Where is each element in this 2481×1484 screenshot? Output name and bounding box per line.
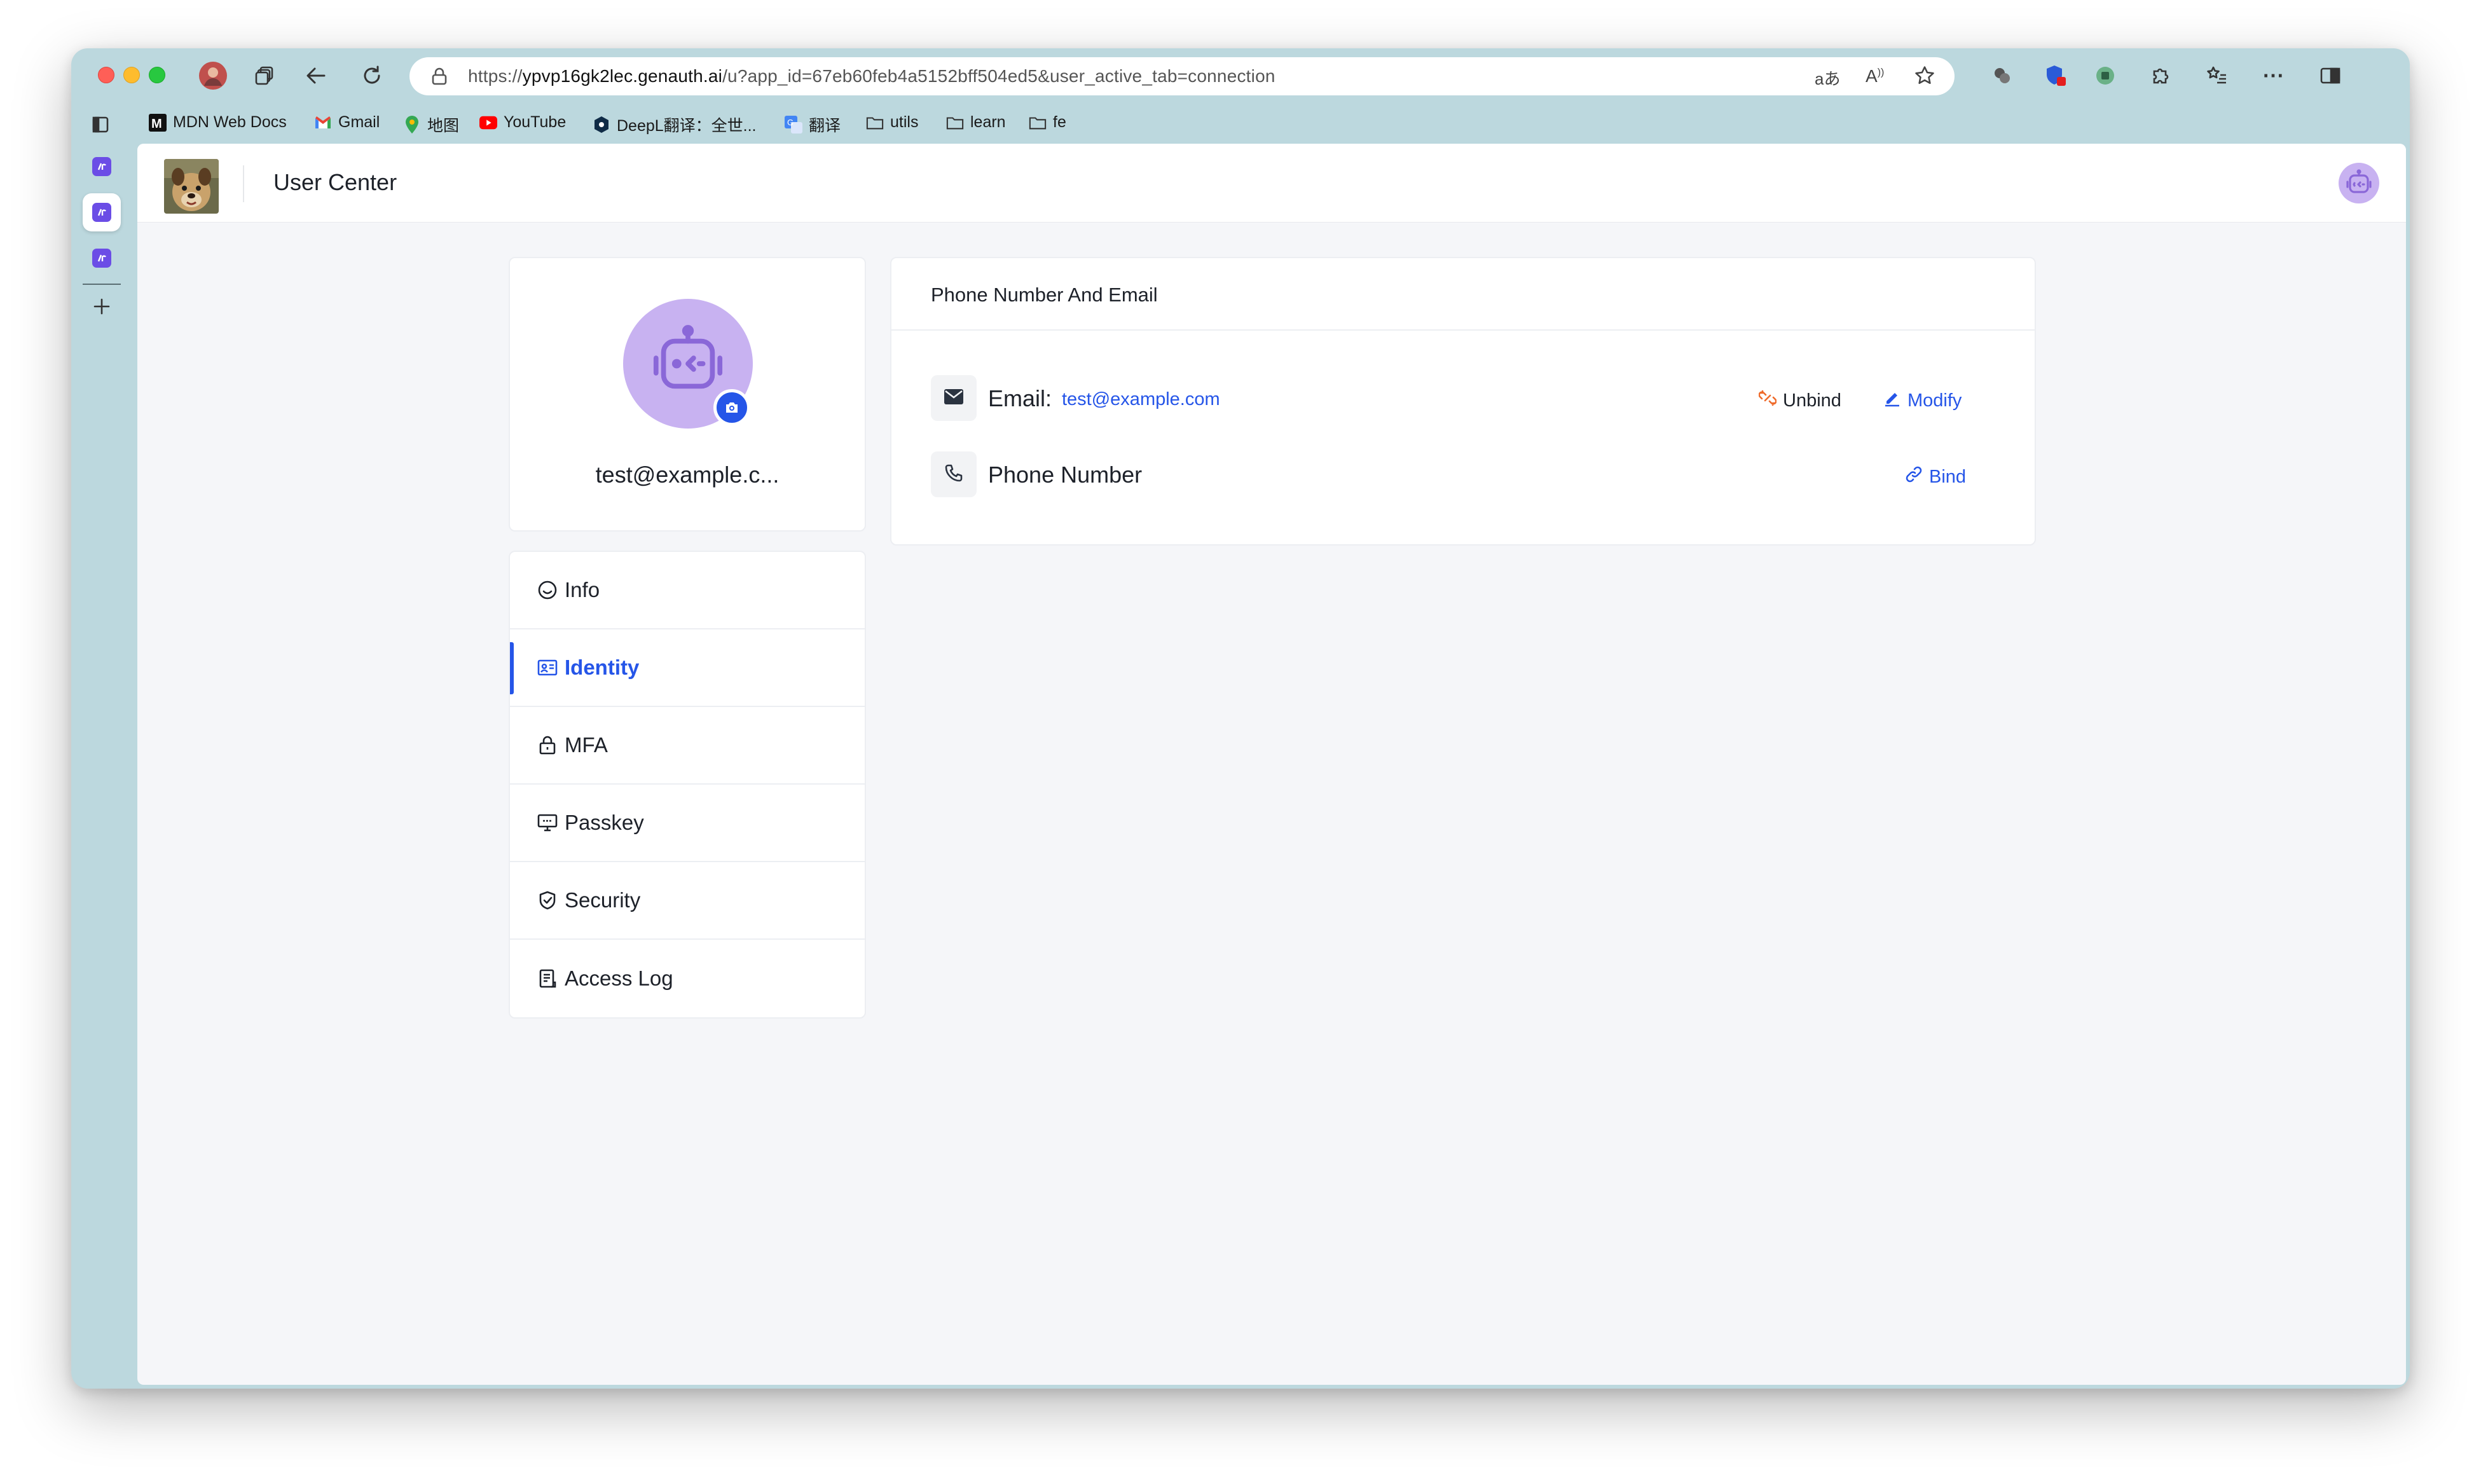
profile-name: test@example.c... [595,462,780,488]
unbind-email-button[interactable]: Unbind [1758,389,1841,412]
extensions-puzzle-icon[interactable] [2145,61,2175,90]
bookmarks-bar: M MDN Web Docs Gmail 地图 YouTube DeepL翻译：… [71,107,2410,142]
menu-item-label: Access Log [565,966,673,990]
more-menu-icon[interactable]: ⋯ [2258,61,2288,90]
modify-email-button[interactable]: Modify [1883,389,1962,412]
page-title: User Center [273,169,397,195]
menu-item-label: Security [565,888,641,912]
address-bar[interactable]: https://ypvp16gk2lec.genauth.ai/u?app_id… [409,57,1955,95]
card-title: Phone Number And Email [931,284,1158,306]
svg-text:M: M [151,117,162,131]
header-divider [243,165,244,202]
vertical-tabs-icon[interactable] [89,113,112,136]
menu-item-access-log[interactable]: Access Log [510,940,865,1017]
copilot-extension-icon[interactable] [1988,61,2017,90]
maps-icon [403,116,421,134]
phone-email-card: Phone Number And Email Email: test@examp… [890,257,2036,546]
app-logo-image[interactable] [164,159,219,214]
translate-icon: G [785,116,802,134]
folder-icon [866,114,884,132]
phone-row-icon-box [931,451,977,497]
active-indicator [510,642,514,694]
profile-menu: Info Identity MFA Passkey Security Acces… [509,551,866,1019]
bookmark-folder-fe[interactable]: fe [1029,113,1066,132]
bookmark-folder-learn[interactable]: learn [946,113,1006,132]
unlink-icon [1758,389,1777,412]
link-icon [1905,465,1923,488]
genauth-tab-icon [92,157,111,176]
menu-item-passkey[interactable]: Passkey [510,785,865,862]
shield-check-icon [537,890,558,911]
workspaces-icon[interactable] [251,61,280,90]
menu-item-label: MFA [565,733,608,757]
bookmark-mdn[interactable]: M MDN Web Docs [149,113,287,132]
bind-phone-button[interactable]: Bind [1905,465,1966,488]
id-card-icon [537,657,558,678]
browser-window: https://ypvp16gk2lec.genauth.ai/u?app_id… [71,48,2410,1389]
email-value: test@example.com [1062,389,1220,409]
green-extension-icon[interactable] [2091,61,2120,90]
card-header: Phone Number And Email [891,258,2035,331]
lock-icon [537,734,558,756]
genauth-tab-icon [92,249,111,268]
phone-icon [944,464,963,486]
bookmark-gmail[interactable]: Gmail [314,113,380,132]
bookmark-folder-utils[interactable]: utils [866,113,918,132]
menu-item-label: Identity [565,656,640,679]
app-header: User Center [137,144,2406,223]
log-list-icon [537,968,558,989]
close-window-button[interactable] [98,67,114,83]
read-aloud-translate-icon[interactable]: aあ [1815,66,1840,90]
vertical-tab-2-active[interactable] [83,193,121,231]
menu-item-identity[interactable]: Identity [510,629,865,707]
browser-profile-icon[interactable] [197,60,229,92]
email-label: Email: [988,385,1052,411]
vertical-tab-3[interactable] [83,239,121,277]
maximize-window-button[interactable] [149,67,165,83]
smile-icon [537,579,558,601]
phone-label: Phone Number [988,462,1143,488]
menu-item-label: Info [565,578,600,601]
bookmark-youtube[interactable]: YouTube [479,113,566,132]
bookmark-translate[interactable]: G 翻译 [785,113,841,136]
edit-pencil-icon [1883,389,1901,412]
change-avatar-camera-button[interactable] [713,389,750,426]
favorite-star-icon[interactable] [1914,65,1935,90]
sidebar-toggle-icon[interactable] [2316,61,2345,90]
shield-extension-icon[interactable] [2040,60,2072,92]
tab-strip-divider [83,284,121,285]
mail-icon [944,388,964,408]
monitor-key-icon [537,812,558,834]
menu-item-security[interactable]: Security [510,862,865,940]
bookmark-deepl[interactable]: DeepL翻译：全世... [593,113,757,136]
new-tab-plus-icon[interactable] [88,292,116,320]
page-viewport: User Center test@example.c... Info Ident… [137,144,2406,1385]
favorites-list-icon[interactable] [2203,61,2232,90]
mdn-icon: M [149,113,167,132]
folder-icon [1029,114,1047,132]
url-text[interactable]: https://ypvp16gk2lec.genauth.ai/u?app_id… [468,66,1275,86]
vertical-tab-1[interactable] [83,148,121,186]
folder-icon [946,114,964,132]
site-info-lock-icon[interactable] [431,67,448,88]
minimize-window-button[interactable] [123,67,140,83]
email-row-icon-box [931,375,977,421]
profile-card: test@example.c... [509,257,866,532]
deepl-icon [593,116,610,134]
svg-text:G: G [787,118,794,127]
gmail-icon [314,114,332,132]
bookmark-maps[interactable]: 地图 [403,113,459,136]
back-arrow-icon[interactable] [301,61,331,90]
menu-item-label: Passkey [565,811,644,834]
menu-item-info[interactable]: Info [510,552,865,629]
youtube-icon [479,114,497,132]
header-user-avatar[interactable] [2339,163,2379,203]
menu-item-mfa[interactable]: MFA [510,707,865,785]
genauth-tab-icon [92,203,111,222]
read-aloud-icon[interactable]: A)) [1866,66,1884,86]
reload-icon[interactable] [357,61,387,90]
